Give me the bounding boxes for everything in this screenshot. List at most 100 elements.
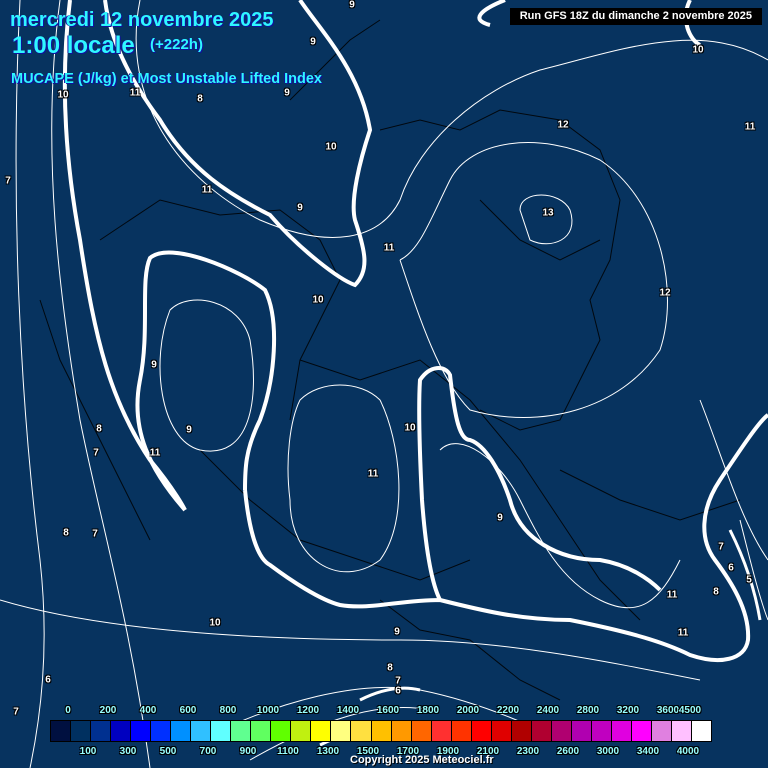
legend-swatch — [531, 721, 552, 741]
legend-tick-bottom: 3400 — [636, 746, 660, 757]
legend-swatch — [171, 721, 192, 741]
legend-tick-bottom: 300 — [119, 746, 137, 757]
legend-tick-top: 2800 — [576, 705, 600, 716]
legend-tick-bottom: 3000 — [596, 746, 620, 757]
contour-label: 11 — [383, 242, 395, 254]
legend-swatch — [151, 721, 172, 741]
contour-label: 10 — [404, 422, 416, 434]
contour-label: 9 — [394, 626, 400, 638]
lifted-index-contours-thick — [62, 0, 768, 662]
parameter-title: MUCAPE (J/kg) et Most Unstable Lifted In… — [11, 71, 322, 87]
contour-label: 11 — [129, 87, 141, 99]
legend-swatch — [571, 721, 592, 741]
legend-tick-bottom: 2600 — [556, 746, 580, 757]
legend-tick-bottom: 4000 — [676, 746, 700, 757]
contour-label: 9 — [497, 512, 503, 524]
contour-label: 11 — [677, 627, 689, 639]
contour-label: 11 — [666, 589, 678, 601]
legend-tick-top: 1600 — [376, 705, 400, 716]
legend-swatch — [651, 721, 672, 741]
legend-swatch — [551, 721, 572, 741]
contour-label: 9 — [151, 359, 157, 371]
legend-swatch — [111, 721, 132, 741]
legend-swatch — [251, 721, 272, 741]
legend-tick-top: 200 — [99, 705, 117, 716]
contour-label: 9 — [284, 87, 290, 99]
legend-tick-bottom: 1300 — [316, 746, 340, 757]
contour-label: 8 — [713, 586, 719, 598]
contour-label: 12 — [659, 287, 671, 299]
legend-tick-bottom: 2300 — [516, 746, 540, 757]
legend-swatch — [191, 721, 212, 741]
legend-swatch — [51, 721, 72, 741]
forecast-time: 1:00 locale — [12, 32, 135, 59]
contour-label: 12 — [557, 119, 569, 131]
legend-swatch — [511, 721, 532, 741]
contour-label: 11 — [744, 121, 756, 133]
contour-label: 10 — [209, 617, 221, 629]
legend-swatch — [311, 721, 332, 741]
legend-swatch — [231, 721, 252, 741]
legend-swatch — [692, 721, 712, 741]
legend-tick-top: 2000 — [456, 705, 480, 716]
contour-label: 5 — [746, 574, 752, 586]
contour-label: 7 — [13, 706, 19, 718]
legend-swatch — [351, 721, 372, 741]
contour-label: 7 — [93, 447, 99, 459]
contour-label: 7 — [92, 528, 98, 540]
legend-swatch — [451, 721, 472, 741]
legend-tick-top: 3200 — [616, 705, 640, 716]
contour-label: 9 — [297, 202, 303, 214]
legend-tick-bottom: 500 — [159, 746, 177, 757]
legend-tick-top: 1400 — [336, 705, 360, 716]
legend-swatch — [411, 721, 432, 741]
legend-tick-top: 0 — [65, 705, 71, 716]
legend-tick-top: 1000 — [256, 705, 280, 716]
contour-label: 9 — [310, 36, 316, 48]
copyright: Copyright 2025 Meteociel.fr — [350, 754, 494, 766]
contour-label: 13 — [542, 207, 554, 219]
legend-swatch — [371, 721, 392, 741]
legend-tick-top: 2400 — [536, 705, 560, 716]
legend-swatch — [611, 721, 632, 741]
contour-label: 6 — [728, 562, 734, 574]
legend-swatch — [331, 721, 352, 741]
contour-label: 9 — [186, 424, 192, 436]
forecast-date: mercredi 12 novembre 2025 — [10, 9, 274, 31]
color-scale-legend — [50, 720, 712, 742]
contour-label: 8 — [96, 423, 102, 435]
legend-tick-bottom: 900 — [239, 746, 257, 757]
contour-label: 9 — [349, 0, 355, 11]
legend-swatch — [271, 721, 292, 741]
legend-swatch — [671, 721, 692, 741]
legend-tick-top: 600 — [179, 705, 197, 716]
contour-label: 7 — [5, 175, 11, 187]
legend-swatch — [71, 721, 92, 741]
legend-tick-top: 4500 — [678, 705, 702, 716]
legend-swatch — [631, 721, 652, 741]
legend-tick-top: 800 — [219, 705, 237, 716]
contour-label: 11 — [367, 468, 379, 480]
legend-tick-top: 400 — [139, 705, 157, 716]
contour-label: 8 — [197, 93, 203, 105]
contour-label: 10 — [57, 89, 69, 101]
legend-tick-top: 3600 — [656, 705, 680, 716]
contour-label: 10 — [312, 294, 324, 306]
contour-label: 10 — [325, 141, 337, 153]
contour-label: 6 — [395, 685, 401, 697]
legend-swatch — [91, 721, 112, 741]
legend-swatch — [291, 721, 312, 741]
weather-map — [0, 0, 768, 768]
legend-swatch — [131, 721, 152, 741]
run-info-badge: Run GFS 18Z du dimanche 2 novembre 2025 — [509, 8, 762, 25]
legend-swatch — [211, 721, 232, 741]
legend-swatch — [391, 721, 412, 741]
contour-label: 6 — [45, 674, 51, 686]
legend-tick-top: 2200 — [496, 705, 520, 716]
legend-swatch — [431, 721, 452, 741]
legend-tick-bottom: 700 — [199, 746, 217, 757]
legend-tick-top: 1800 — [416, 705, 440, 716]
legend-swatch — [491, 721, 512, 741]
contour-label: 11 — [201, 184, 213, 196]
legend-tick-bottom: 100 — [79, 746, 97, 757]
